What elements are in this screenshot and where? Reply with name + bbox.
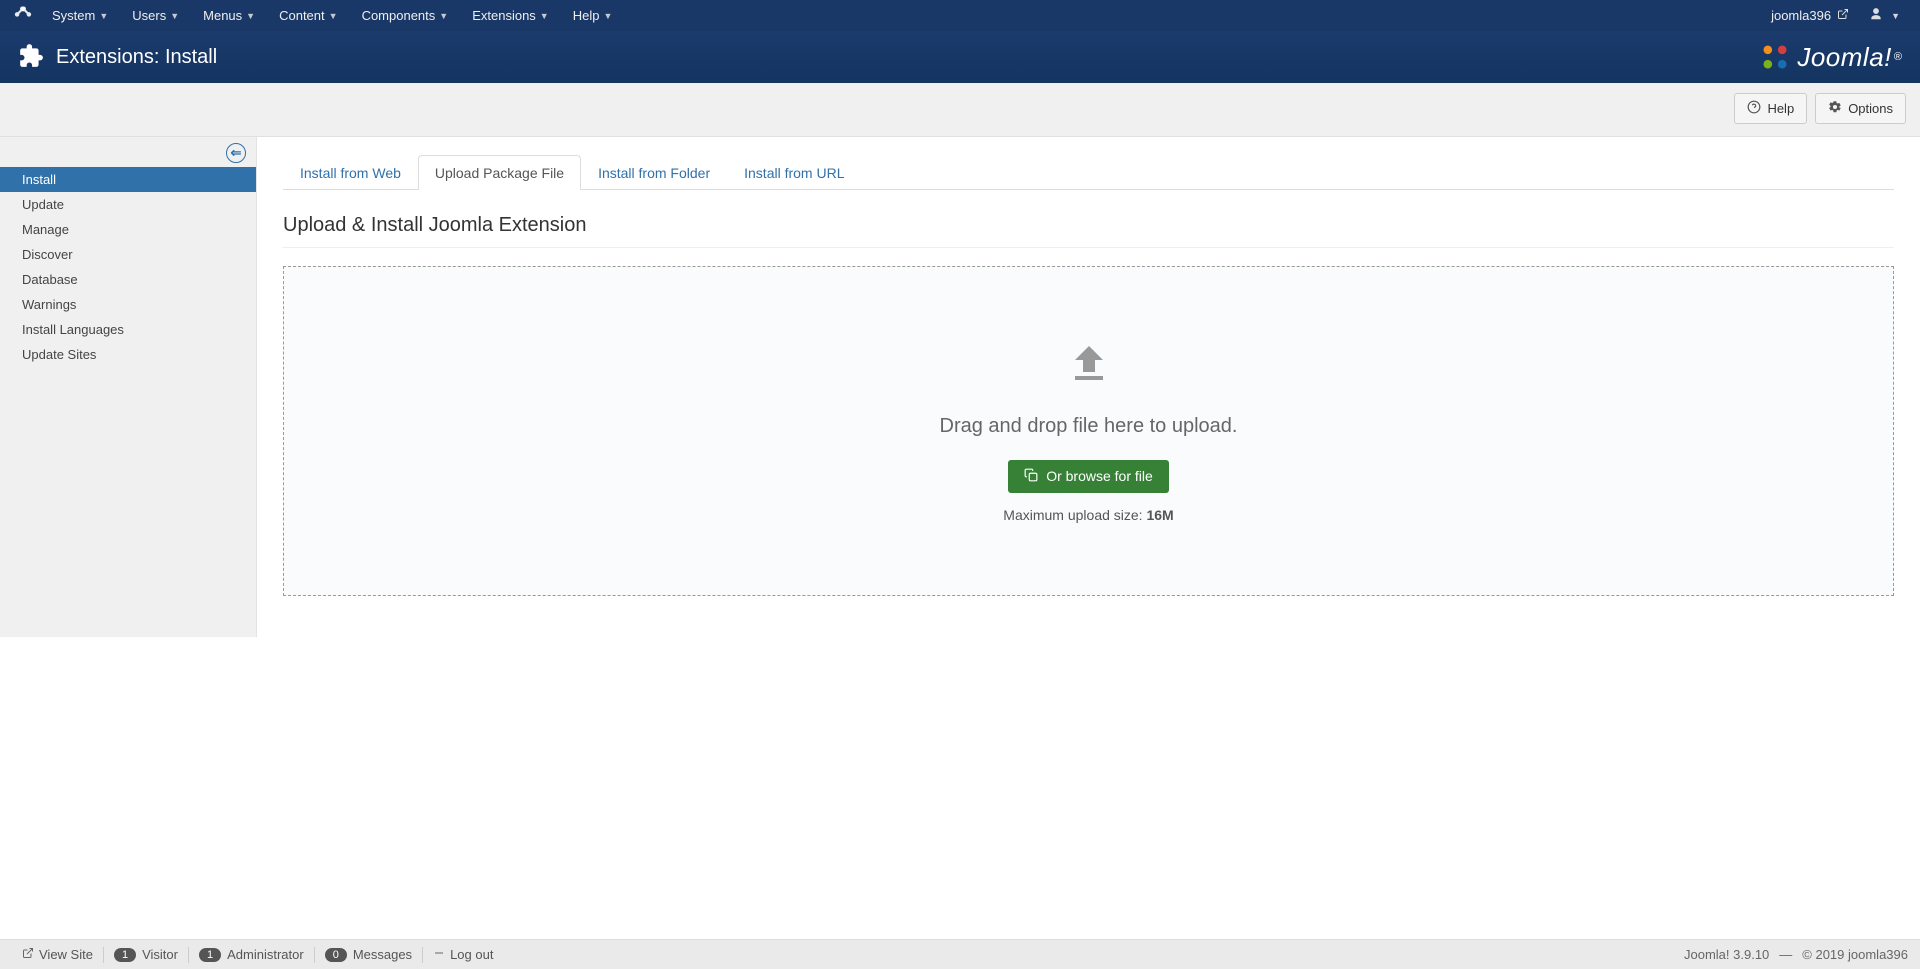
gear-icon — [1828, 100, 1842, 117]
section-divider — [283, 247, 1894, 248]
sidebar-collapse-button[interactable]: ⇐ — [226, 143, 246, 163]
page-title: Extensions: Install — [56, 46, 1757, 69]
sidebar-item-warnings[interactable]: Warnings — [0, 292, 256, 317]
joomla-brand-text: Joomla! — [1797, 42, 1892, 73]
caret-icon: ▼ — [540, 11, 549, 21]
logout-icon — [433, 947, 445, 962]
upload-icon — [1061, 340, 1117, 391]
sidebar-item-update[interactable]: Update — [0, 192, 256, 217]
dropzone-text: Drag and drop file here to upload. — [940, 415, 1238, 438]
joomla-brand[interactable]: Joomla! ® — [1757, 39, 1902, 75]
caret-icon: ▼ — [439, 11, 448, 21]
navbar-user-dropdown[interactable]: ▼ — [1859, 7, 1910, 24]
joomla-icon[interactable] — [14, 5, 32, 26]
caret-icon: ▼ — [170, 11, 179, 21]
tab-upload-package-file[interactable]: Upload Package File — [418, 155, 581, 190]
sidebar-item-manage[interactable]: Manage — [0, 217, 256, 242]
menu-users[interactable]: Users▼ — [120, 0, 191, 31]
caret-icon: ▼ — [329, 11, 338, 21]
upload-dropzone[interactable]: Drag and drop file here to upload. Or br… — [283, 266, 1894, 596]
top-navbar: System▼ Users▼ Menus▼ Content▼ Component… — [0, 0, 1920, 31]
section-title: Upload & Install Joomla Extension — [283, 214, 1894, 237]
sidebar-menu: Install Update Manage Discover Database … — [0, 167, 256, 367]
tab-install-from-folder[interactable]: Install from Folder — [581, 155, 727, 190]
install-tabs: Install from Web Upload Package File Ins… — [283, 155, 1894, 190]
caret-icon: ▼ — [99, 11, 108, 21]
browse-file-button[interactable]: Or browse for file — [1008, 460, 1169, 493]
status-view-site[interactable]: View Site — [12, 947, 103, 962]
main-content: Install from Web Upload Package File Ins… — [257, 137, 1920, 637]
external-link-icon — [22, 947, 34, 962]
status-messages[interactable]: 0 Messages — [315, 947, 422, 962]
external-link-icon — [1837, 8, 1849, 23]
toolbar: Help Options — [0, 83, 1920, 137]
copy-icon — [1024, 468, 1038, 485]
menu-content[interactable]: Content▼ — [267, 0, 349, 31]
status-admins[interactable]: 1 Administrator — [189, 947, 314, 962]
joomla-logo-icon — [1757, 39, 1793, 75]
sidebar-item-update-sites[interactable]: Update Sites — [0, 342, 256, 367]
caret-icon: ▼ — [603, 11, 612, 21]
caret-icon: ▼ — [1891, 11, 1900, 21]
menu-menus[interactable]: Menus▼ — [191, 0, 267, 31]
sidebar: ⇐ Install Update Manage Discover Databas… — [0, 137, 257, 637]
sidebar-item-install-languages[interactable]: Install Languages — [0, 317, 256, 342]
caret-icon: ▼ — [246, 11, 255, 21]
registered-mark: ® — [1894, 51, 1902, 63]
help-icon — [1747, 100, 1761, 117]
menu-extensions[interactable]: Extensions▼ — [460, 0, 561, 31]
tab-install-from-web[interactable]: Install from Web — [283, 155, 418, 190]
menu-help[interactable]: Help▼ — [561, 0, 625, 31]
page-header: Extensions: Install Joomla! ® — [0, 31, 1920, 83]
status-bar: View Site 1 Visitor 1 Administrator 0 Me… — [0, 939, 1920, 969]
messages-badge: 0 — [325, 948, 347, 962]
options-button[interactable]: Options — [1815, 93, 1906, 124]
sidebar-item-database[interactable]: Database — [0, 267, 256, 292]
tab-install-from-url[interactable]: Install from URL — [727, 155, 861, 190]
puzzle-icon — [18, 43, 44, 72]
max-upload-size: Maximum upload size: 16M — [1003, 507, 1173, 523]
sidebar-item-discover[interactable]: Discover — [0, 242, 256, 267]
menu-components[interactable]: Components▼ — [350, 0, 461, 31]
status-visitors[interactable]: 1 Visitor — [104, 947, 188, 962]
navbar-sitename-link[interactable]: joomla396 — [1761, 8, 1859, 23]
help-button[interactable]: Help — [1734, 93, 1807, 124]
user-icon — [1869, 7, 1883, 24]
status-logout[interactable]: Log out — [423, 947, 503, 962]
sidebar-item-install[interactable]: Install — [0, 167, 256, 192]
status-copyright: © 2019 joomla396 — [1802, 947, 1908, 962]
navbar-menu: System▼ Users▼ Menus▼ Content▼ Component… — [40, 0, 1761, 31]
menu-system[interactable]: System▼ — [40, 0, 120, 31]
admin-badge: 1 — [199, 948, 221, 962]
status-version: Joomla! 3.9.10 — [1684, 947, 1769, 962]
visitor-badge: 1 — [114, 948, 136, 962]
arrow-left-icon: ⇐ — [231, 145, 242, 161]
